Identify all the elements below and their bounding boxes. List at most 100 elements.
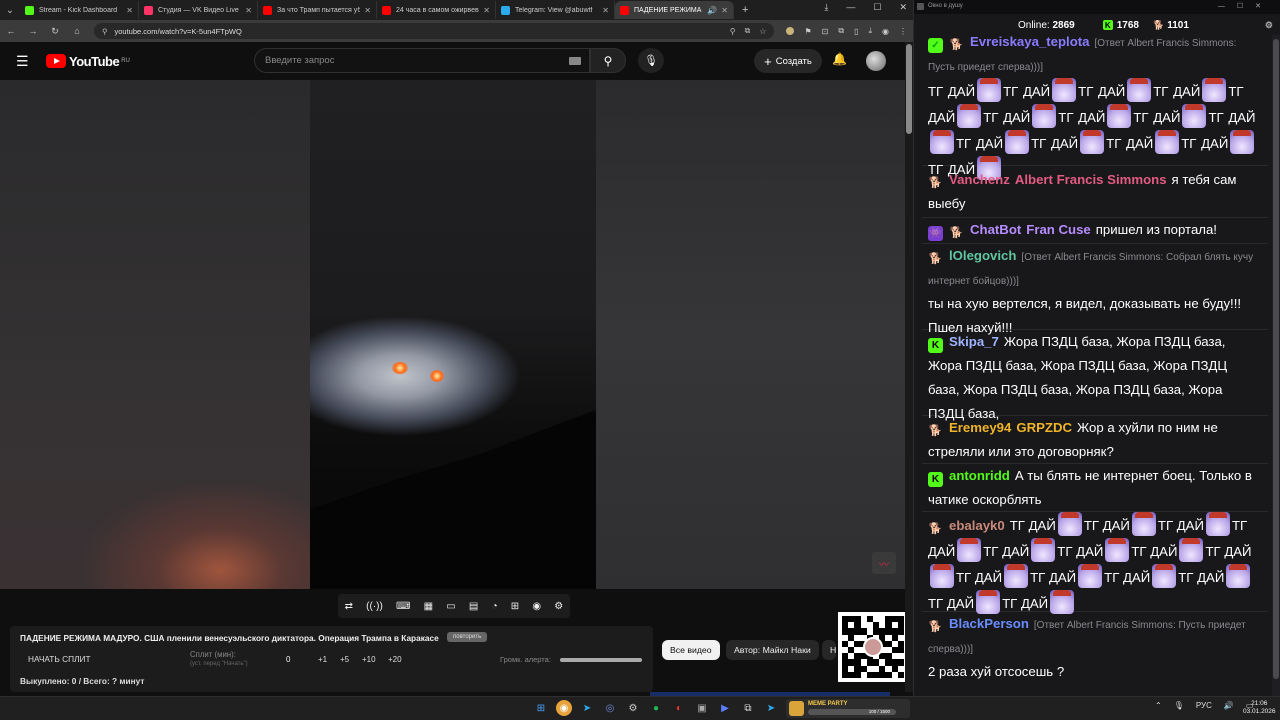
loop-icon[interactable]: ⇄	[345, 601, 353, 612]
extension-icons: ⚑ ⊡ ⧉ ▯ ⤓ ◉ ⋮	[786, 26, 907, 36]
close-icon[interactable]: ✕	[126, 6, 133, 15]
voice-search-button[interactable]: 🎙	[638, 48, 664, 73]
increment-button[interactable]: +20	[388, 655, 402, 664]
channel-watermark-icon[interactable]: 〰	[872, 552, 896, 574]
spotify-icon[interactable]: ●	[648, 700, 664, 716]
chevron-up-icon[interactable]: ⌃	[1155, 701, 1162, 710]
maximize-icon[interactable]: ☐	[873, 2, 881, 13]
telegram-icon[interactable]: ➤	[763, 700, 779, 716]
keyboard-icon[interactable]: ⌨	[396, 601, 410, 612]
santa-emote-icon	[1052, 78, 1077, 102]
files-icon[interactable]: ⧉	[740, 700, 756, 716]
bookmark-star-icon[interactable]: ☆	[759, 27, 766, 36]
video-player[interactable]: 〰	[0, 80, 905, 589]
site-info-icon[interactable]: ⚲	[102, 27, 108, 36]
player-icon[interactable]: ▶	[717, 700, 733, 716]
doge-badge-icon: 🐕	[928, 523, 943, 535]
keyboard-icon[interactable]	[569, 57, 581, 65]
menu-dots-icon[interactable]: ⋮	[899, 27, 907, 36]
extensions-puzzle-icon[interactable]: ⧉	[838, 26, 844, 36]
volume-icon[interactable]: 🔊	[1224, 701, 1234, 710]
santa-emote-icon	[1078, 564, 1103, 588]
repeat-badge[interactable]: повторить	[447, 632, 488, 642]
zoom-icon[interactable]: ⚲	[730, 27, 736, 36]
home-icon[interactable]: ⌂	[72, 26, 82, 36]
forward-icon[interactable]: →	[28, 26, 38, 36]
reload-icon[interactable]: ↻	[50, 26, 60, 37]
speaker-icon[interactable]: 🔊	[707, 6, 717, 15]
start-windows-icon[interactable]: ⊞	[533, 700, 549, 716]
browser-tab[interactable]: За что Трамп пытается убить✕	[258, 1, 377, 19]
broadcast-icon[interactable]: ((·))	[366, 601, 383, 612]
increment-button[interactable]: +5	[340, 655, 349, 664]
mic-tray-icon[interactable]: 🎙	[1174, 701, 1184, 710]
browser-tab[interactable]: Студия — VK Видео Live ✕	[139, 1, 258, 19]
browser-tab[interactable]: Telegram: View @abuwtf ✕	[496, 1, 615, 19]
minimize-icon[interactable]: —	[846, 2, 855, 13]
santa-emote-icon	[957, 538, 982, 562]
start-split-button[interactable]: НАЧАТЬ СПЛИТ	[28, 654, 91, 664]
browser-tab-active[interactable]: ПАДЕНИЕ РЕЖИМА МАДУ🔊✕	[615, 1, 734, 19]
window-controls[interactable]: —☐✕	[1218, 2, 1273, 10]
speed-icon[interactable]: ◔	[492, 601, 498, 612]
chrome-icon[interactable]: ◉	[556, 700, 572, 716]
close-icon[interactable]: ✕	[721, 6, 728, 15]
mic-icon: 🎙	[644, 55, 658, 67]
search-button[interactable]: ⚲	[590, 48, 626, 73]
profile-icon[interactable]: ◉	[882, 27, 889, 36]
telegram-icon[interactable]: ➤	[579, 700, 595, 716]
alert-volume-slider[interactable]	[560, 658, 642, 662]
santa-emote-icon	[1182, 104, 1207, 128]
language-indicator[interactable]: РУС	[1196, 701, 1212, 710]
settings-gear-icon[interactable]: ⚙	[554, 601, 563, 612]
youtube-logo[interactable]: YouTube RU	[46, 54, 130, 69]
chat-scrollbar[interactable]	[1272, 35, 1280, 696]
extension-icon[interactable]: ⚑	[804, 27, 811, 36]
pip-icon[interactable]: ▭	[446, 601, 455, 612]
spam-phrase: ТГ ДАЙ	[1153, 84, 1201, 99]
downloads-icon[interactable]: ⤓	[824, 2, 828, 13]
tab-search-icon[interactable]: ⌄	[0, 5, 20, 16]
extension-icon[interactable]	[786, 27, 795, 35]
notifications-bell-icon[interactable]: 🔔	[832, 52, 847, 66]
screen: ⌄ Stream - Kick Dashboard ✕ Студия — VK В…	[0, 0, 1280, 720]
back-icon[interactable]: ←	[6, 26, 16, 36]
spam-phrase: ТГ ДАЙ	[1057, 544, 1104, 559]
add-icon[interactable]: ⊞	[511, 601, 519, 612]
close-icon[interactable]: ✕	[364, 6, 371, 15]
close-icon[interactable]: ✕	[245, 6, 252, 15]
browser-tab[interactable]: Stream - Kick Dashboard ✕	[20, 1, 139, 19]
download-icon[interactable]: ⤓	[868, 26, 872, 36]
clock[interactable]: 21:06 03.01.2026	[1243, 700, 1276, 716]
close-icon[interactable]: ✕	[483, 6, 490, 15]
sidebar-icon[interactable]: ▯	[854, 27, 858, 36]
close-window-icon[interactable]: ✕	[899, 2, 907, 13]
chip-author[interactable]: Автор: Майкл Наки	[726, 640, 819, 660]
meme-party-widget[interactable]: MEME PARTY 100 / 1500	[786, 699, 910, 718]
browser-tab[interactable]: 24 часа в самом ожирвевшем✕	[377, 1, 496, 19]
steam-icon[interactable]: ⚙	[625, 700, 641, 716]
extension-icon[interactable]: ⊡	[822, 27, 829, 36]
browser-icon[interactable]: ◐	[671, 700, 687, 716]
increment-button[interactable]: +1	[318, 655, 327, 664]
frames-icon[interactable]: ▦	[424, 601, 433, 612]
page-scrollbar[interactable]	[905, 42, 913, 695]
create-button[interactable]: + Создать	[754, 49, 822, 73]
increment-button[interactable]: +10	[362, 655, 376, 664]
app-icon[interactable]: ▣	[694, 700, 710, 716]
avatar[interactable]	[866, 51, 886, 71]
split-value[interactable]: 0	[286, 655, 290, 664]
discord-icon[interactable]: ◎	[602, 700, 618, 716]
cinema-icon[interactable]: ▤	[469, 601, 478, 612]
menu-icon[interactable]: ☰	[16, 53, 30, 70]
screenshot-icon[interactable]: ◉	[532, 601, 541, 612]
url-field[interactable]: ⚲ youtube.com/watch?v=K-5un4FTpWQ ⚲ ⧉ ☆	[94, 23, 775, 39]
search-input[interactable]: Введите запрос	[254, 48, 590, 73]
close-icon[interactable]: ✕	[602, 6, 609, 15]
chip-next[interactable]: Н	[822, 640, 836, 660]
install-icon[interactable]: ⧉	[745, 26, 751, 36]
scrollbar-thumb[interactable]	[906, 44, 912, 134]
chip-all-videos[interactable]: Все видео	[662, 640, 720, 660]
chat-scrollbar-thumb[interactable]	[1273, 39, 1279, 679]
new-tab-button[interactable]: +	[742, 4, 748, 16]
